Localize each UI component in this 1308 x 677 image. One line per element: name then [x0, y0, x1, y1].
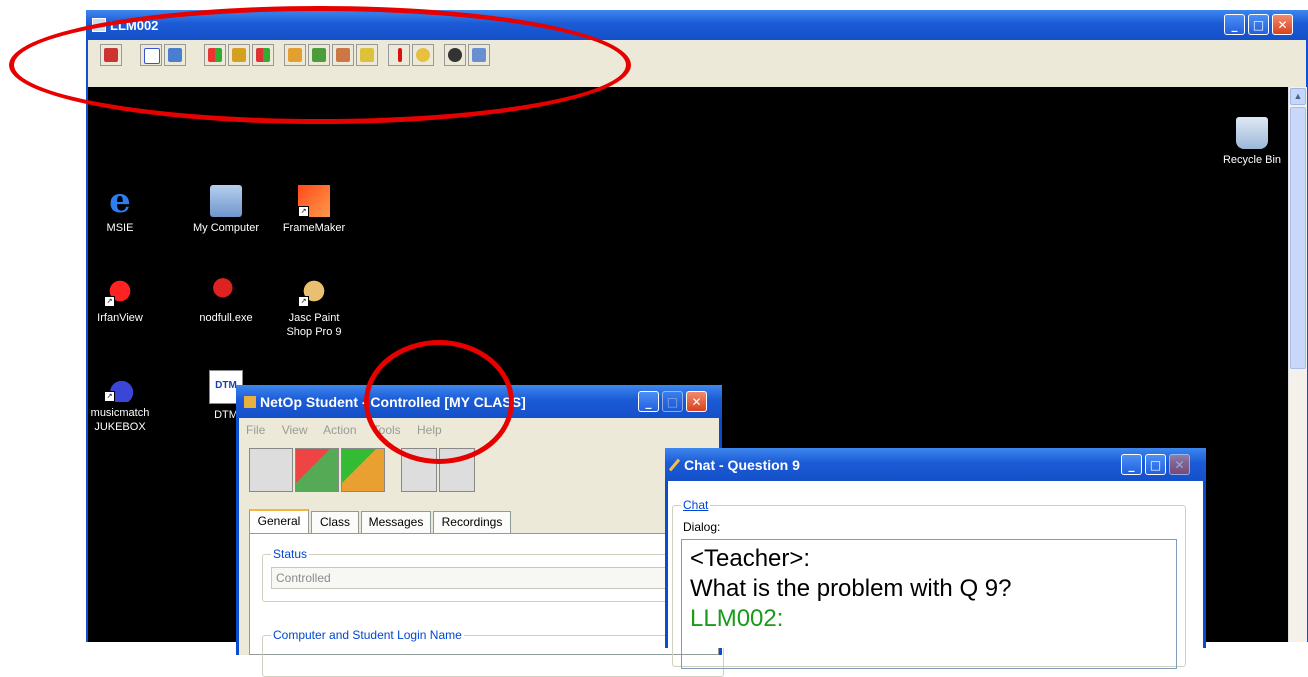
chat-message: LLM002: — [690, 605, 784, 632]
netop-maximize-icon[interactable]: □ — [662, 391, 683, 412]
musicmatch-icon[interactable]: ↗ musicmatch JUKEBOX — [82, 370, 158, 434]
menu-action[interactable]: Action — [323, 423, 356, 437]
minimize-icon[interactable]: _ — [1224, 14, 1245, 35]
paint-shop-pro-icon[interactable]: ↗ Jasc Paint Shop Pro 9 — [276, 275, 352, 339]
msie-icon[interactable]: e MSIE — [82, 184, 158, 235]
status-group: Status Controlled — [262, 547, 724, 602]
netop-close-icon[interactable]: ✕ — [686, 391, 707, 412]
chat-body: Chat Dialog: <Teacher>: What is the prob… — [668, 481, 1203, 669]
tab-general[interactable]: General — [249, 509, 309, 533]
login-group: Computer and Student Login Name — [262, 628, 724, 677]
tab-strip: General Class Messages Recordings — [249, 509, 719, 533]
status-field: Controlled — [271, 567, 721, 589]
my-computer-icon[interactable]: My Computer — [188, 185, 264, 235]
connect-group-icon[interactable] — [249, 448, 293, 492]
title-highlight-circle — [364, 340, 514, 464]
nodfull-icon[interactable]: nodfull.exe — [188, 275, 264, 325]
vertical-scrollbar[interactable]: ▲ — [1288, 87, 1307, 642]
tab-messages[interactable]: Messages — [361, 511, 431, 533]
chat-title: Chat - Question 9 — [684, 456, 800, 473]
chat-maximize-icon[interactable]: □ — [1145, 454, 1166, 475]
maximize-icon[interactable]: □ — [1248, 14, 1269, 35]
netop-minimize-icon[interactable]: _ — [638, 391, 659, 412]
chat-window: Chat - Question 9 _ □ ✕ Chat Dialog: <Te… — [665, 448, 1206, 669]
stop-group-icon[interactable] — [295, 448, 339, 492]
menu-view[interactable]: View — [282, 423, 308, 437]
status-label: Status — [271, 547, 310, 561]
chat-message: What is the problem with Q 9? — [690, 575, 1012, 602]
chat-message: <Teacher>: — [690, 545, 811, 572]
framemaker-icon[interactable]: ↗ FrameMaker — [276, 185, 352, 235]
play-group-icon[interactable] — [341, 448, 385, 492]
close-icon[interactable]: ✕ — [1272, 14, 1293, 35]
recycle-bin-icon[interactable]: Recycle Bin — [1214, 117, 1290, 167]
chat-group: Chat Dialog: <Teacher>: What is the prob… — [672, 498, 1186, 669]
dialog-label: Dialog: — [683, 520, 721, 534]
netop-app-icon — [244, 395, 256, 408]
chat-group-label: Chat — [681, 498, 711, 512]
menu-file[interactable]: File — [246, 423, 265, 437]
pencil-icon — [668, 458, 681, 471]
tab-panel: Status Controlled Computer and Student L… — [249, 533, 724, 677]
login-label: Computer and Student Login Name — [271, 628, 464, 642]
chat-minimize-icon[interactable]: _ — [1121, 454, 1142, 475]
scroll-thumb[interactable] — [1290, 107, 1306, 369]
tab-class[interactable]: Class — [311, 511, 359, 533]
irfanview-icon[interactable]: ↗ IrfanView — [82, 275, 158, 325]
dialog-box[interactable]: <Teacher>: What is the problem with Q 9?… — [681, 539, 1177, 669]
scroll-up-icon[interactable]: ▲ — [1290, 88, 1306, 105]
toolbar-highlight-circle — [9, 6, 631, 124]
chat-close-icon[interactable]: ✕ — [1169, 454, 1190, 475]
tab-recordings[interactable]: Recordings — [433, 511, 511, 533]
